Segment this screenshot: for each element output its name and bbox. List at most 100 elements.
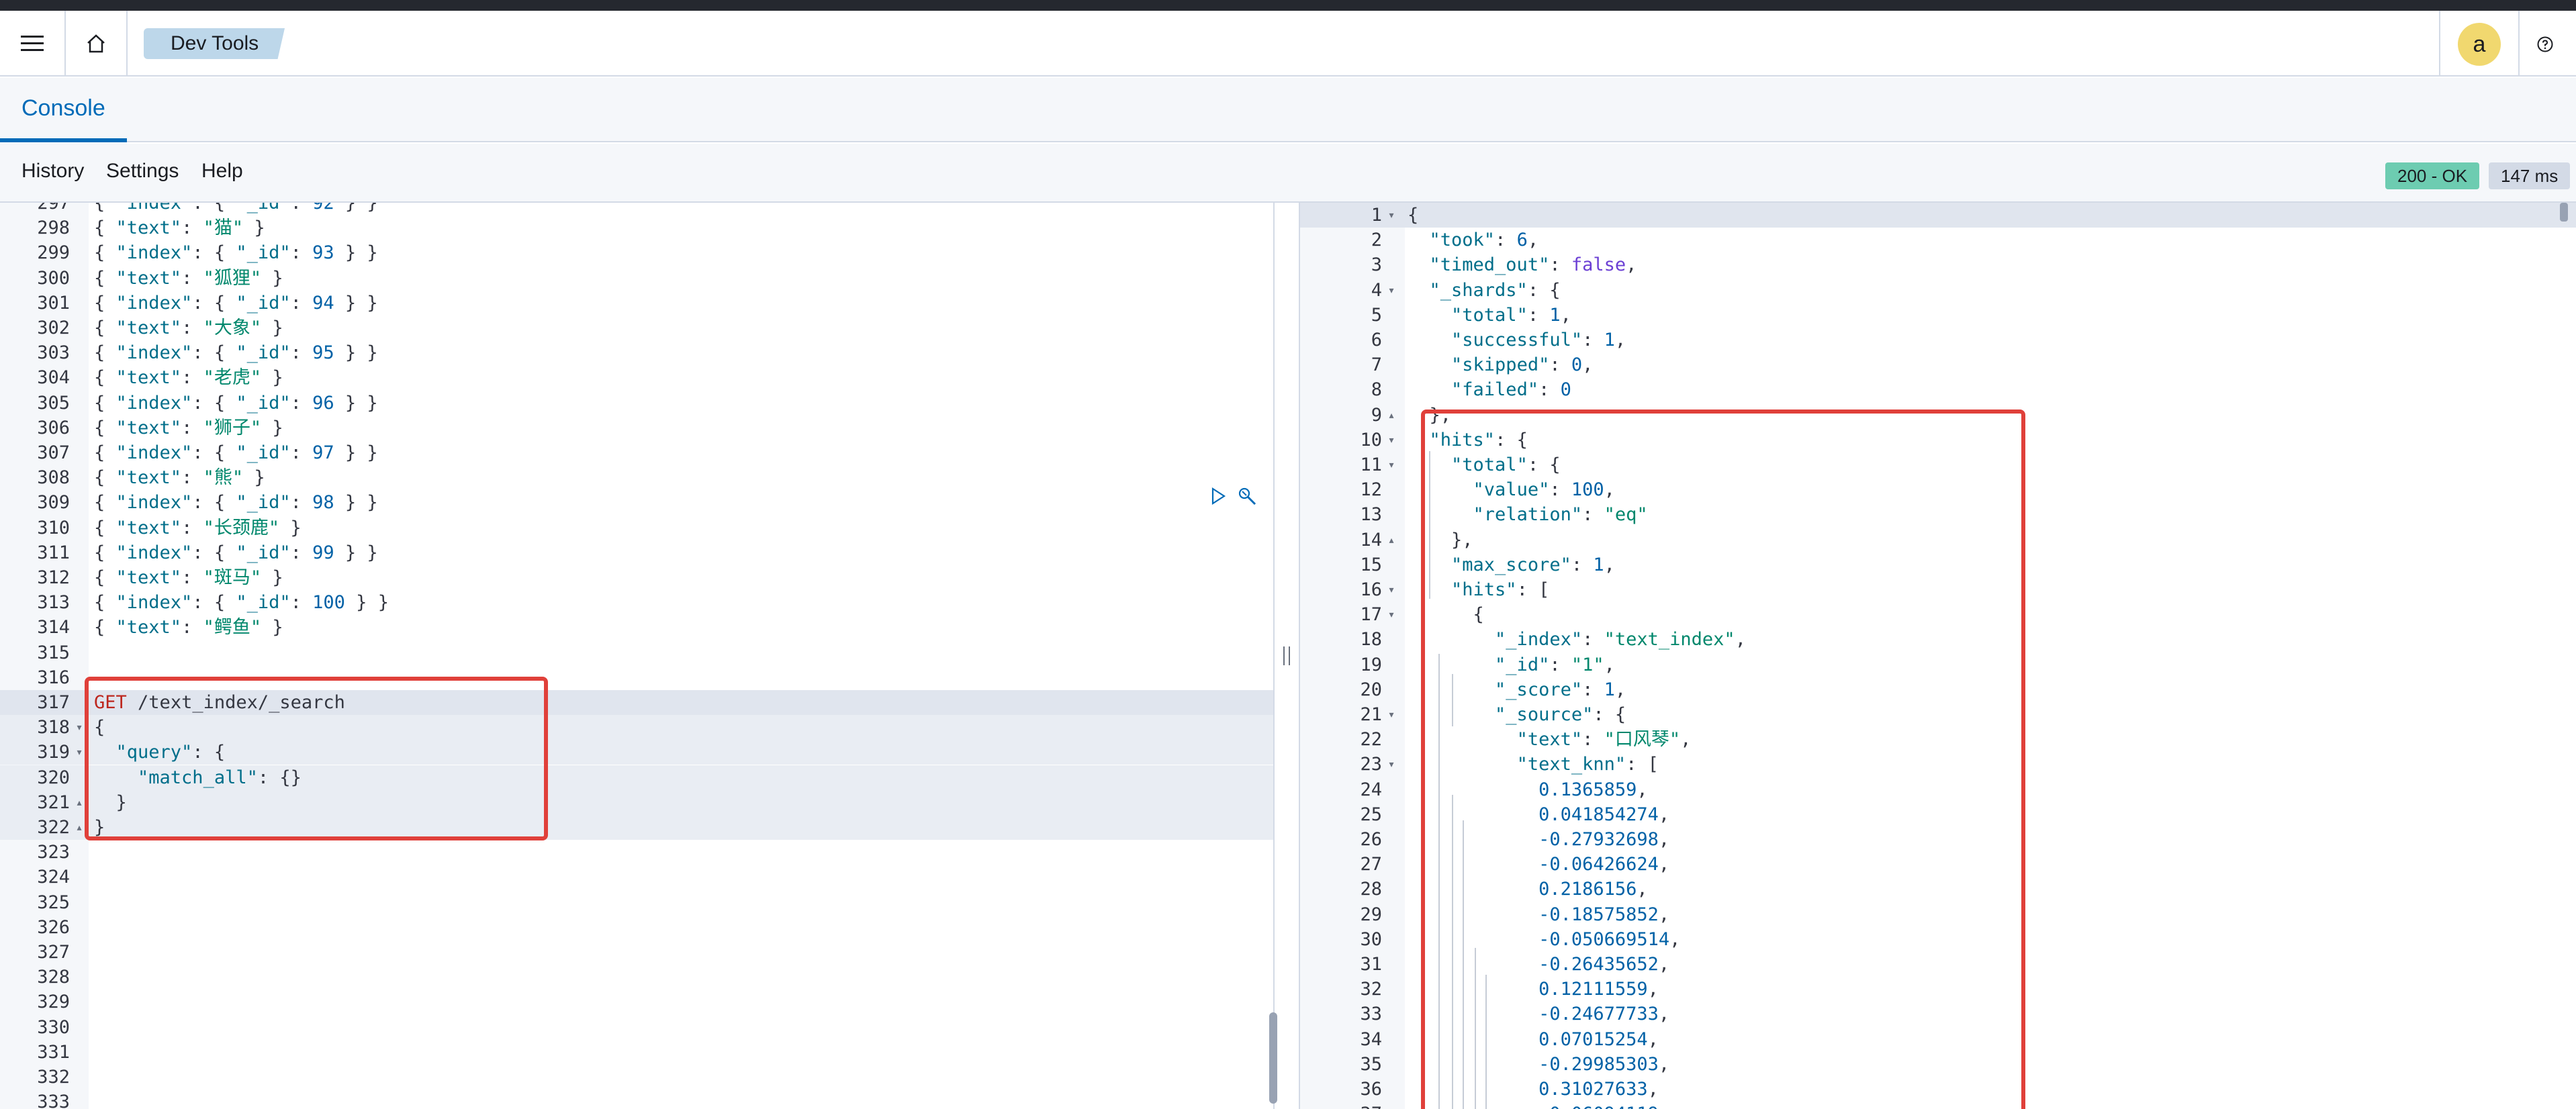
code-text: }, [1408,529,1473,550]
code-text: "max_score": 1, [1451,554,1615,575]
user-avatar[interactable]: a [2458,23,2501,66]
fold-toggle-icon[interactable]: ▴ [71,815,87,840]
request-editor[interactable]: 297 { "index": { "_id": 92 } } 298 { "text"… [0,203,1273,1109]
line-number: 2 [1371,230,1382,251]
line-number: 297 [37,203,70,213]
editor-line: 311 { "index": { "_id": 99 } } [0,540,1273,565]
editor-line: 314 { "text": "鳄鱼" } [0,615,1273,640]
code-text: { "text": "狐狸" } [94,267,283,289]
code-text: -0.06426624, [1538,854,1670,875]
line-number: 299 [37,242,70,264]
line-number: 331 [37,1041,70,1063]
fold-toggle-icon[interactable]: ▾ [1383,577,1399,602]
response-line: 20 "_score": 1, [1300,677,2576,702]
help-icon [2537,36,2553,52]
response-line: 13 "relation": "eq" [1300,502,2576,527]
code-text: "match_all": {} [138,767,302,788]
response-line: 35 -0.29985303, [1300,1052,2576,1077]
code-text: { [94,717,105,738]
wrench-icon[interactable] [1237,486,1257,506]
line-number: 328 [37,967,70,988]
line-number: 13 [1360,504,1382,526]
code-text: -0.27932698, [1538,829,1670,850]
response-line: 34 0.07015254, [1300,1027,2576,1052]
line-number: 310 [37,517,70,538]
play-icon[interactable] [1210,487,1226,505]
header-separator [2439,11,2440,77]
menu-button[interactable] [0,11,64,77]
code-text: "_shards": { [1429,279,1561,301]
breadcrumb-label: Dev Tools [171,32,259,54]
editor-line: 322 ▴} [0,815,1273,840]
settings-link[interactable]: Settings [106,160,179,183]
code-text: } [94,817,105,838]
fold-toggle-icon[interactable]: ▾ [1383,452,1399,477]
code-text: -0.29985303, [1538,1053,1670,1075]
response-line: 21 ▾ "_source": { [1300,702,2576,727]
response-scrollbar[interactable] [2560,203,2568,222]
editor-scrollbar[interactable] [1269,1012,1277,1104]
line-number: 29 [1360,904,1382,925]
fold-toggle-icon[interactable]: ▾ [71,740,87,765]
line-number: 322 [37,817,70,838]
response-line: 1 ▾ { [1300,203,2576,228]
indent-guide [1429,451,1430,599]
response-line: 37 -0.06094119, [1300,1102,2576,1109]
line-number: 31 [1360,954,1382,975]
editor-line: 324 [0,865,1273,889]
avatar-initial: a [2473,31,2486,57]
code-text: "hits": { [1429,429,1528,450]
line-number: 313 [37,592,70,614]
code-text: 0.041854274, [1538,804,1670,825]
history-link[interactable]: History [21,160,84,183]
fold-toggle-icon[interactable]: ▾ [71,715,87,740]
code-text: { [1408,604,1484,626]
fold-toggle-icon[interactable]: ▾ [1383,602,1399,627]
code-text: "took": 6, [1429,230,1539,251]
hamburger-icon [21,36,44,51]
help-link[interactable]: Help [201,160,243,183]
breadcrumb-dev-tools[interactable]: Dev Tools [144,28,285,59]
editor-line: 312 { "text": "斑马" } [0,565,1273,590]
line-number: 21 [1360,704,1382,725]
editor-line: 323 [0,840,1273,865]
code-text: { "text": "大象" } [94,318,283,338]
fold-toggle-icon[interactable]: ▾ [1383,203,1399,228]
response-line: 29 -0.18575852, [1300,902,2576,927]
code-text: 0.2186156, [1538,879,1648,900]
fold-toggle-icon[interactable]: ▴ [1383,528,1399,552]
home-button[interactable] [66,11,126,77]
help-menu-button[interactable] [2532,31,2559,58]
code-text: "_score": 1, [1495,679,1626,700]
response-line: 14 ▴ }, [1300,528,2576,552]
tab-console[interactable]: Console [0,78,127,142]
line-number: 5 [1371,304,1382,326]
line-number: 333 [37,1092,70,1109]
editor-line: 306 { "text": "狮子" } [0,416,1273,440]
line-number: 315 [37,642,70,663]
line-number: 301 [37,292,70,314]
editor-line: 303 { "index": { "_id": 95 } } [0,340,1273,365]
fold-toggle-icon[interactable]: ▾ [1383,428,1399,452]
line-number: 305 [37,392,70,414]
code-text: 0.12111559, [1538,979,1659,1000]
code-text: "value": 100, [1473,479,1615,501]
line-number: 304 [37,367,70,389]
editor-line: 319 ▾ "query": { [0,740,1273,765]
code-text: { "index": { "_id": 92 } } [94,203,378,213]
fold-toggle-icon[interactable]: ▾ [1383,752,1399,777]
fold-toggle-icon[interactable]: ▴ [71,790,87,815]
fold-toggle-icon[interactable]: ▴ [1383,403,1399,428]
line-number: 312 [37,567,70,588]
fold-toggle-icon[interactable]: ▾ [1383,702,1399,727]
code-text: "query": { [116,742,226,763]
code-text: { "text": "狮子" } [94,417,283,438]
line-number: 321 [37,791,70,813]
fold-toggle-icon[interactable]: ▾ [1383,278,1399,303]
line-number: 36 [1360,1079,1382,1100]
line-number: 12 [1360,479,1382,501]
response-line: 17 ▾ { [1300,602,2576,627]
response-panel[interactable]: 1 ▾{2 "took": 6, 3 "timed_out": false, 4 ▾ "… [1300,203,2576,1109]
line-number: 311 [37,542,70,563]
pane-resizer[interactable] [1273,203,1300,1109]
